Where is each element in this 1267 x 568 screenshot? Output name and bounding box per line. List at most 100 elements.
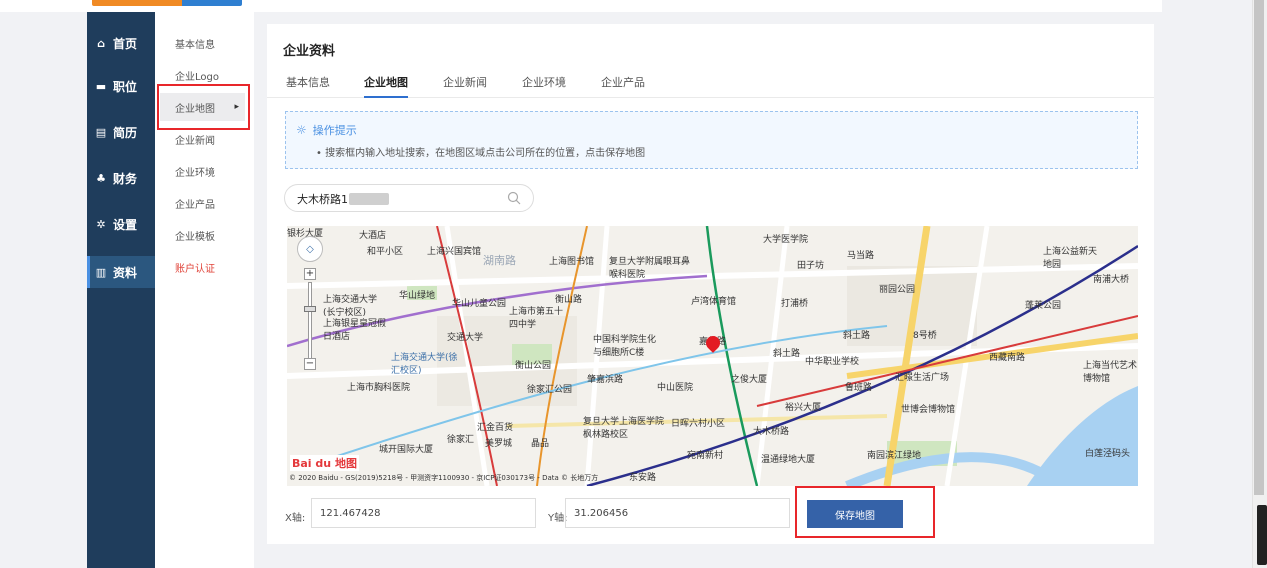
map-label: 白莲泾码头 [1085, 449, 1131, 459]
map-label: 大酒店 [359, 231, 387, 241]
map-zoom-control: ◇ [297, 236, 325, 262]
submenu-item-map[interactable]: 企业地图 [160, 93, 245, 121]
tip-title: 操作提示 [312, 124, 357, 137]
map-label: 徐家汇 [447, 435, 475, 445]
company-profile-card: 企业资料 基本信息 企业地图 企业新闻 企业环境 企业产品 ☼ 操作提示 • 搜… [267, 24, 1154, 544]
x-coordinate-field[interactable]: 121.467428 [311, 498, 536, 528]
submenu-item-environment[interactable]: 企业环境 [160, 157, 245, 185]
map-label: 城开国际大厦 [379, 445, 434, 455]
main-sidebar: ⌂ 首页 ▬ 职位 ▤ 简历 ♣ 财务 ✲ 设置 ▥ 资料 [87, 12, 155, 568]
map-label: 肇嘉浜路 [587, 375, 624, 385]
map-label: 大学医学院 [763, 235, 809, 245]
sidebar-item-resume[interactable]: ▤ 简历 [87, 116, 155, 148]
submenu-item-products[interactable]: 企业产品 [160, 189, 245, 217]
submenu-item-logo[interactable]: 企业Logo [160, 61, 245, 89]
profile-icon: ▥ [95, 265, 107, 279]
map-label: 和平小区 [367, 247, 404, 257]
lightbulb-icon: ☼ [296, 123, 307, 137]
map-label: 南浦大桥 [1093, 275, 1130, 285]
submenu-item-verification[interactable]: 账户认证 [160, 253, 245, 281]
map-label: 中山医院 [657, 383, 694, 393]
zoom-in-button[interactable]: + [304, 268, 316, 280]
redacted-text [349, 193, 389, 205]
sidebar-item-label: 设置 [113, 217, 138, 232]
sidebar-item-label: 职位 [113, 79, 138, 94]
tab-map[interactable]: 企业地图 [364, 74, 408, 98]
map-label: 打浦桥 [781, 299, 809, 309]
sidebar-item-profile[interactable]: ▥ 资料 [87, 256, 155, 288]
scrollbar-thumb[interactable] [1254, 0, 1264, 495]
zoom-slider-handle[interactable] [304, 306, 316, 312]
map-label: 东安路 [629, 473, 657, 483]
map-label: 日晖六村小区 [671, 419, 726, 429]
map-label: 上海当代艺术博物馆 [1083, 361, 1138, 384]
sidebar-item-label: 首页 [113, 36, 138, 51]
brand-logo[interactable] [92, 0, 242, 6]
map-label: 华山绿地 [399, 291, 436, 301]
map-label: 交通大学 [447, 333, 484, 343]
map-label: 上海交通大学(徐汇校区) [391, 353, 458, 376]
map-label: 上海市第五十四中学 [509, 307, 564, 330]
baidu-map-logo: Bai du 地图 [290, 455, 359, 471]
tip-text: • 搜索框内输入地址搜索，在地图区域点击公司所在的位置，点击保存地图 [316, 148, 646, 159]
sidebar-item-label: 资料 [113, 265, 138, 280]
zoom-out-button[interactable]: − [304, 358, 316, 370]
y-coordinate-field[interactable]: 31.206456 [565, 498, 790, 528]
map-label: 上海兴国宾馆 [427, 247, 482, 257]
map-copyright: © 2020 Baidu - GS(2019)5218号 - 甲测资字11009… [289, 474, 599, 482]
search-icon[interactable] [507, 191, 521, 205]
tab-basic-info[interactable]: 基本信息 [286, 74, 330, 98]
sidebar-item-label: 简历 [113, 125, 138, 140]
map-label: 晶品 [531, 439, 550, 449]
map-label: 复旦大学上海医学院枫林路校区 [583, 417, 665, 440]
map-label: 8号桥 [913, 331, 937, 341]
map-label: 之俊大厦 [731, 375, 768, 385]
map-label: 中国科学院生化与细胞所C楼 [593, 335, 657, 358]
zoom-slider-track[interactable] [308, 282, 312, 362]
sidebar-item-home[interactable]: ⌂ 首页 [87, 27, 155, 59]
map-label: 西藏南路 [989, 353, 1026, 363]
map-label: 温通绿地大厦 [761, 455, 816, 465]
baidu-map[interactable]: 银杉大厦 大酒店 和平小区 上海兴国宾馆 湖南路 上海图书馆 复旦大学附属眼耳鼻… [287, 226, 1138, 486]
map-label: 世博会博物馆 [901, 405, 956, 415]
map-label: 上海图书馆 [549, 257, 595, 267]
map-label: 田子坊 [797, 261, 825, 271]
briefcase-icon: ▬ [95, 79, 107, 93]
resume-icon: ▤ [95, 125, 107, 139]
map-label: 大木桥路 [753, 427, 790, 437]
sidebar-item-jobs[interactable]: ▬ 职位 [87, 70, 155, 102]
map-label: 复旦大学附属眼耳鼻喉科医院 [609, 257, 691, 280]
pan-icon[interactable]: ◇ [297, 236, 323, 262]
map-label: 汇暻生活广场 [895, 373, 950, 383]
map-label: 丽园公园 [879, 285, 916, 295]
map-label: 上海市胸科医院 [347, 383, 411, 393]
address-search[interactable] [284, 184, 534, 212]
x-axis-label: X轴: [285, 513, 306, 524]
tab-products[interactable]: 企业产品 [601, 74, 645, 98]
map-label: 卢湾体育馆 [691, 297, 737, 307]
map-label: 鲁班路 [845, 383, 873, 393]
submenu-item-template[interactable]: 企业模板 [160, 221, 245, 249]
top-header [0, 0, 1162, 12]
map-label: 中华职业学校 [805, 357, 860, 367]
save-map-button[interactable]: 保存地图 [807, 500, 903, 528]
map-label: 裕兴大厦 [785, 403, 822, 413]
tab-environment[interactable]: 企业环境 [522, 74, 566, 98]
map-label: 上海银星皇冠假日酒店 [323, 319, 387, 342]
tip-header: ☼ 操作提示 [296, 122, 357, 138]
submenu-item-news[interactable]: 企业新闻 [160, 125, 245, 153]
map-label: 湖南路 [483, 254, 516, 267]
map-label: 宛南新村 [687, 451, 724, 461]
map-label: 华山儿童公园 [452, 299, 507, 309]
floating-widget[interactable] [1257, 505, 1267, 565]
map-label: 斜土路 [843, 331, 871, 341]
submenu-item-basic-info[interactable]: 基本信息 [160, 29, 245, 57]
map-label: 汇金百货 [477, 423, 514, 433]
map-label: 徐家汇公园 [527, 385, 573, 395]
map-label: 马当路 [847, 251, 875, 261]
sidebar-item-finance[interactable]: ♣ 财务 [87, 162, 155, 194]
sidebar-item-settings[interactable]: ✲ 设置 [87, 208, 155, 240]
map-label: 美罗城 [485, 439, 513, 449]
map-label: 南园滨江绿地 [867, 451, 922, 461]
tab-news[interactable]: 企业新闻 [443, 74, 487, 98]
